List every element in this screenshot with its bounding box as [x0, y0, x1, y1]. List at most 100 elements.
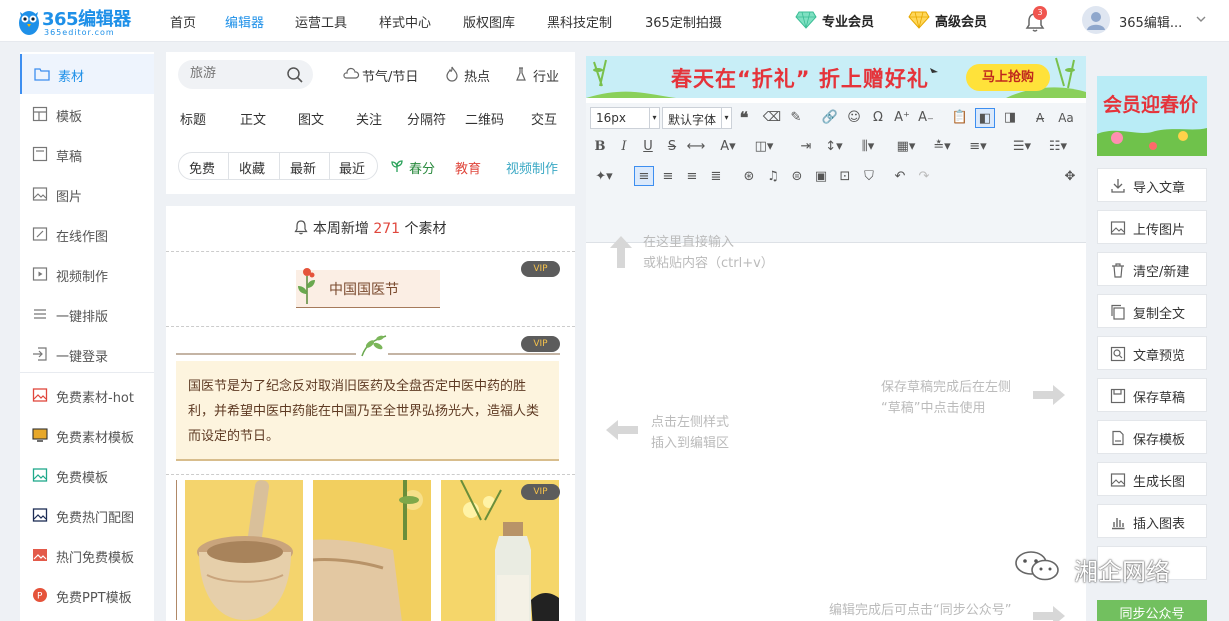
move-icon[interactable]: ✥ — [1060, 167, 1080, 187]
format-brush-icon[interactable]: ✎ — [786, 108, 806, 128]
category-image-text[interactable]: 图文 — [298, 109, 324, 128]
upload-image-button[interactable]: 上传图片 — [1097, 210, 1207, 244]
arrow-left-icon — [606, 420, 638, 440]
nav-home[interactable]: 首页 — [170, 12, 196, 31]
article-preview-button[interactable]: 文章预览 — [1097, 336, 1207, 370]
font-family-select[interactable]: 默认字体 ▾ — [662, 107, 732, 129]
table-icon[interactable]: ▦▾ — [896, 137, 916, 157]
button-label: 上传图片 — [1133, 223, 1186, 238]
tag-education[interactable]: 教育 — [455, 158, 481, 177]
strikethrough-icon[interactable]: S — [662, 137, 682, 157]
emoji-icon[interactable]: ☺ — [844, 108, 864, 128]
italic-icon[interactable]: I — [614, 137, 634, 157]
banner-buy-button[interactable]: 马上抢购 — [966, 64, 1050, 91]
text-case-icon[interactable]: A̶ — [1030, 108, 1050, 128]
font-grow-icon[interactable]: A⁺ — [892, 108, 912, 128]
nav-custom-shoot[interactable]: 365定制拍摄 — [645, 12, 722, 31]
redo-icon[interactable]: ↷ — [914, 167, 934, 187]
ordered-list-icon[interactable]: ☰▾ — [1012, 137, 1032, 157]
music-icon[interactable]: ♫ — [763, 167, 783, 187]
clear-new-button[interactable]: 清空/新建 — [1097, 252, 1207, 286]
sidebar-item-materials[interactable]: 素材 — [20, 54, 154, 94]
sidebar-item-drafts[interactable]: 草稿 — [20, 134, 154, 174]
generate-long-image-button[interactable]: 生成长图 — [1097, 462, 1207, 496]
tag-video-production[interactable]: 视频制作 — [506, 158, 558, 177]
line-height-icon[interactable]: ↕▾ — [824, 137, 844, 157]
font-size-select[interactable]: 16px ▾ — [590, 107, 660, 129]
sidebar-item-free-templates[interactable]: 免费模板 — [20, 455, 154, 495]
save-draft-button[interactable]: 保存草稿 — [1097, 378, 1207, 412]
category-body[interactable]: 正文 — [240, 109, 266, 128]
sidebar-item-hot-free-templates[interactable]: 热门免费模板 — [20, 535, 154, 575]
unordered-list-icon[interactable]: ☷▾ — [1048, 137, 1068, 157]
insert-image-icon[interactable]: ▣ — [811, 167, 831, 187]
insert-element-icon[interactable]: ⊛ — [739, 167, 759, 187]
font-shrink-icon[interactable]: A₋ — [916, 108, 936, 128]
nav-editor[interactable]: 编辑器 — [225, 12, 264, 31]
logo[interactable]: 365编辑器 365editor.com — [18, 5, 143, 37]
link-icon[interactable]: 🔗 — [820, 108, 840, 128]
category-divider[interactable]: 分隔符 — [407, 109, 446, 128]
import-article-button[interactable]: 导入文章 — [1097, 168, 1207, 202]
search-input[interactable] — [190, 66, 280, 81]
sidebar-item-auto-layout[interactable]: 一键排版 — [20, 294, 154, 334]
paragraph-spacing-icon[interactable]: ≛▾ — [932, 137, 952, 157]
font-color-icon[interactable]: A▾ — [718, 137, 738, 157]
image-search-icon[interactable]: ⊡ — [835, 167, 855, 187]
undo-icon[interactable]: ↶ — [890, 167, 910, 187]
omega-icon[interactable]: Ω — [868, 108, 888, 128]
horizontal-rule-icon[interactable]: ⟷ — [686, 137, 706, 157]
search-icon[interactable] — [286, 66, 304, 84]
justify-right-icon[interactable]: ≡ — [682, 167, 702, 187]
justify-full-icon[interactable]: ≣ — [706, 167, 726, 187]
category-qrcode[interactable]: 二维码 — [465, 109, 504, 128]
bold-icon[interactable]: B — [590, 137, 610, 157]
filter-recent[interactable]: 最近 — [339, 158, 365, 177]
category-follow[interactable]: 关注 — [356, 109, 382, 128]
sidebar-item-free-materials-hot[interactable]: 免费素材-hot — [20, 375, 154, 415]
justify-center-icon[interactable]: ≡ — [658, 167, 678, 187]
insert-chart-button[interactable]: 插入图表 — [1097, 504, 1207, 538]
justify-left-icon[interactable]: ≡ — [634, 166, 654, 186]
sidebar-item-free-ppt[interactable]: P 免费PPT模板 — [20, 575, 154, 615]
promo-banner[interactable]: 春天在“折礼” 折上赠好礼 马上抢购 — [586, 56, 1086, 98]
sync-wechat-button[interactable]: 同步公众号 — [1097, 600, 1207, 621]
magic-wand-icon[interactable]: ✦▾ — [594, 167, 614, 187]
sidebar-item-free-hot-images[interactable]: 免费热门配图 — [20, 495, 154, 535]
nav-ops-tools[interactable]: 运营工具 — [295, 12, 347, 31]
member-promo[interactable]: 会员迎春价 — [1097, 76, 1207, 156]
block-spacing-icon[interactable]: ≡▾ — [968, 137, 988, 157]
letter-spacing-icon[interactable]: ⫼▾ — [858, 137, 878, 157]
style-card-title[interactable]: VIP 中国国医节 — [166, 252, 575, 326]
sidebar-item-images[interactable]: 图片 — [20, 174, 154, 214]
paste-icon[interactable]: 📋 — [950, 108, 970, 128]
image-redfill-icon — [33, 549, 47, 561]
blockquote-icon[interactable]: ❝ — [734, 108, 754, 128]
notification-button[interactable]: 3 — [1024, 6, 1048, 33]
sidebar-item-free-material-templates[interactable]: 免费素材模板 — [20, 415, 154, 455]
tag-spring-equinox[interactable]: 春分 — [409, 158, 435, 177]
background-color-icon[interactable]: ◫▾ — [754, 137, 774, 157]
align-right-panel-icon[interactable]: ◨ — [1000, 108, 1020, 128]
sidebar-item-templates[interactable]: 模板 — [20, 94, 154, 134]
filter-favorites[interactable]: 收藏 — [239, 158, 265, 177]
nav-style-center[interactable]: 样式中心 — [379, 12, 431, 31]
category-interactive[interactable]: 交互 — [531, 109, 557, 128]
filter-newest[interactable]: 最新 — [290, 158, 316, 177]
video-insert-icon[interactable]: ⊜ — [787, 167, 807, 187]
eraser-icon[interactable]: ⌫ — [762, 108, 782, 128]
indent-icon[interactable]: ⇥ — [796, 137, 816, 157]
clear-format-icon[interactable]: Aa — [1056, 108, 1076, 128]
align-left-panel-icon[interactable]: ◧ — [975, 108, 995, 128]
underline-icon[interactable]: U — [638, 137, 658, 157]
nav-copyright-gallery[interactable]: 版权图库 — [463, 12, 515, 31]
category-title[interactable]: 标题 — [180, 109, 206, 128]
save-template-button[interactable]: 保存模板 — [1097, 420, 1207, 454]
sidebar-item-quick-login[interactable]: 一键登录 — [20, 334, 154, 374]
filter-free[interactable]: 免费 — [189, 158, 215, 177]
copy-all-button[interactable]: 复制全文 — [1097, 294, 1207, 328]
sidebar-item-online-draw[interactable]: 在线作图 — [20, 214, 154, 254]
nav-tech-custom[interactable]: 黑科技定制 — [547, 12, 612, 31]
template-insert-icon[interactable]: ⛉ — [859, 167, 879, 187]
sidebar-item-video[interactable]: 视频制作 — [20, 254, 154, 294]
